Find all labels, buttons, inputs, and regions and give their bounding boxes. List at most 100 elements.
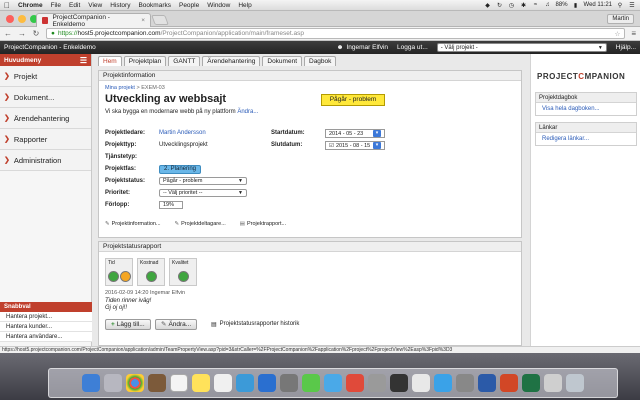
notification-center-icon[interactable]: ☰ [628, 2, 636, 9]
maps-icon[interactable] [368, 374, 386, 392]
status-history-link[interactable]: ▤ Projektstatusrapporter historik [211, 321, 299, 328]
quick-link-projekt[interactable]: Hantera projekt... [0, 312, 92, 322]
downloads-icon[interactable] [544, 374, 562, 392]
tab-hem[interactable]: Hem [98, 56, 122, 66]
quick-link-kunder[interactable]: Hantera kunder... [0, 322, 92, 332]
new-tab-button[interactable] [151, 15, 169, 25]
reload-icon[interactable]: ↻ [32, 29, 40, 38]
photobooth-icon[interactable] [346, 374, 364, 392]
sync-icon[interactable]: ↻ [496, 2, 504, 9]
finder-icon[interactable] [82, 374, 100, 392]
calendar-icon[interactable]: ▾ [373, 142, 381, 149]
profile-button[interactable]: Martin [607, 14, 634, 24]
status-area: ◆ ↻ ◷ ✱ ≈ ♫ 88% ▮ Wed 11:21 ⚲ ☰ [484, 2, 640, 9]
menu-help[interactable]: Help [234, 2, 255, 9]
mail-icon[interactable] [324, 374, 342, 392]
sidebar-item-administration[interactable]: ❯ Administration [0, 150, 91, 171]
close-window-icon[interactable] [6, 15, 14, 23]
menu-window[interactable]: Window [203, 2, 234, 9]
bookmark-star-icon[interactable]: ☆ [615, 30, 621, 38]
sidebar-item-arendehantering[interactable]: ❯ Ärendehantering [0, 108, 91, 129]
priority-select[interactable]: -- Välj prioritet -- ▼ [159, 189, 247, 197]
forward-icon[interactable]: → [18, 29, 26, 38]
reminders-icon[interactable] [214, 374, 232, 392]
menu-bookmarks[interactable]: Bookmarks [134, 2, 175, 9]
messages-icon[interactable] [302, 374, 320, 392]
browser-tab[interactable]: ProjectCompanion - Enkeldemo × [36, 13, 151, 28]
project-leader-link[interactable]: Martin Andersson [159, 130, 206, 136]
tab-dagbok[interactable]: Dagbok [304, 56, 337, 66]
panel-title: Projektinformation [99, 71, 521, 81]
menu-edit[interactable]: Edit [65, 2, 84, 9]
chrome-icon[interactable] [126, 374, 144, 392]
address-bar[interactable]: ● https://host5.projectcompanion.com/Pro… [46, 28, 626, 39]
end-date-checkbox[interactable]: ☑ [329, 142, 334, 150]
photos-icon[interactable] [280, 374, 298, 392]
project-members-link[interactable]: ✎ Projektdeltagare... [175, 221, 226, 227]
tab-dokument[interactable]: Dokument [262, 56, 302, 66]
sidebar-item-dokument[interactable]: ❯ Dokument... [0, 87, 91, 108]
tab-arendehantering[interactable]: Ärendehantering [202, 56, 261, 66]
logout-link[interactable]: Logga ut... [397, 44, 428, 51]
system-preferences-icon[interactable] [456, 374, 474, 392]
menu-view[interactable]: View [84, 2, 106, 9]
start-date-value: 2014 - 05 - 23 [329, 130, 364, 137]
bluetooth-icon[interactable]: ✱ [520, 2, 528, 9]
user-name[interactable]: Ingemar Elfvin [346, 44, 388, 51]
help-link[interactable]: Hjälp... [616, 44, 636, 51]
breadcrumb-link[interactable]: Mina projekt [105, 85, 135, 91]
status-badge: Pågår - problem [321, 94, 385, 106]
app-title: ProjectCompanion - Enkeldemo [4, 44, 96, 51]
view-diary-link[interactable]: Visa hela dagboken... [536, 103, 636, 115]
battery-icon[interactable]: ▮ [572, 2, 580, 9]
project-select[interactable]: - Välj projekt - ▼ [436, 43, 607, 52]
battery-percent[interactable]: 88% [556, 2, 568, 8]
calendar-icon[interactable] [170, 374, 188, 392]
edit-report-button[interactable]: ✎ Ändra... [155, 319, 198, 330]
trash-icon[interactable] [566, 374, 584, 392]
edit-description-link[interactable]: Ändra... [237, 109, 258, 115]
launchpad-icon[interactable] [104, 374, 122, 392]
add-report-button[interactable]: + Lägg till... [105, 319, 151, 330]
back-icon[interactable]: ← [4, 29, 12, 38]
menu-history[interactable]: History [106, 2, 134, 9]
tab-gantt[interactable]: GANTT [168, 56, 201, 66]
word-icon[interactable] [478, 374, 496, 392]
end-date-field[interactable]: ☑ 2015 - 08 - 15 ▾ [325, 141, 385, 150]
excel-icon[interactable] [522, 374, 540, 392]
volume-icon[interactable]: ♫ [544, 2, 552, 8]
itunes-icon[interactable] [412, 374, 430, 392]
clock[interactable]: Wed 11:21 [584, 2, 612, 8]
preview-icon[interactable] [236, 374, 254, 392]
calendar-icon[interactable]: ▾ [373, 130, 381, 137]
phase-button[interactable]: 2. Planering [159, 165, 202, 174]
hamburger-icon[interactable]: ☰ [80, 56, 87, 65]
dropbox-icon[interactable]: ◆ [484, 2, 492, 9]
notes-icon[interactable] [192, 374, 210, 392]
contacts-icon[interactable] [148, 374, 166, 392]
edit-links-link[interactable]: Redigera länkar... [536, 133, 636, 145]
menu-people[interactable]: People [175, 2, 203, 9]
start-date-field[interactable]: 2014 - 05 - 23 ▾ [325, 129, 385, 138]
progress-input[interactable]: 19% [159, 201, 183, 209]
project-report-link[interactable]: ▤ Projektrapport... [240, 221, 286, 227]
status-select[interactable]: Pågår - problem ▼ [159, 177, 247, 185]
facetime-icon[interactable] [390, 374, 408, 392]
menu-app-chrome[interactable]: Chrome [14, 2, 47, 9]
apple-icon[interactable]:  [0, 1, 14, 10]
wifi-icon[interactable]: ≈ [532, 2, 540, 8]
safari-icon[interactable] [258, 374, 276, 392]
project-info-link[interactable]: ✎ Projektinformation... [105, 221, 161, 227]
close-tab-icon[interactable]: × [141, 17, 145, 24]
chrome-menu-icon[interactable]: ≡ [631, 29, 636, 38]
minimize-window-icon[interactable] [18, 15, 26, 23]
timemachine-icon[interactable]: ◷ [508, 2, 516, 9]
menu-file[interactable]: File [47, 2, 65, 9]
sidebar-item-rapporter[interactable]: ❯ Rapporter [0, 129, 91, 150]
powerpoint-icon[interactable] [500, 374, 518, 392]
appstore-icon[interactable] [434, 374, 452, 392]
quick-link-anvandare[interactable]: Hantera användare... [0, 332, 92, 342]
sidebar-item-projekt[interactable]: ❯ Projekt [0, 66, 91, 87]
spotlight-icon[interactable]: ⚲ [616, 2, 624, 9]
tab-projektplan[interactable]: Projektplan [123, 56, 167, 66]
